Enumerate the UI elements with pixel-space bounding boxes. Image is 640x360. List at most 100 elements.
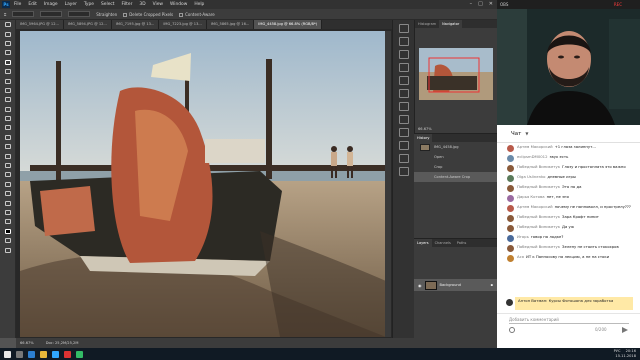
panel-icon[interactable] (398, 154, 409, 163)
chrome-icon[interactable] (76, 350, 83, 358)
type-tool-icon[interactable] (0, 170, 16, 179)
emoji-icon[interactable] (509, 327, 515, 333)
language[interactable]: РУС (614, 349, 621, 353)
avatar[interactable] (507, 184, 514, 192)
blur-tool-icon[interactable] (0, 142, 16, 151)
explorer-icon[interactable] (40, 350, 47, 358)
brush-tool-icon[interactable] (0, 95, 16, 104)
tab-channels[interactable]: Channels (432, 239, 454, 247)
canvas-scrollbar[interactable] (385, 31, 391, 337)
shape-tool-icon[interactable] (0, 189, 16, 198)
panel-icon[interactable] (398, 115, 409, 124)
more-tools-icon[interactable] (0, 217, 16, 226)
move-tool-icon[interactable] (0, 20, 16, 29)
height-field[interactable] (68, 11, 91, 17)
panel-icon[interactable] (398, 37, 409, 46)
edge-icon[interactable] (28, 350, 35, 358)
navigator-thumbnail[interactable] (419, 48, 493, 100)
tab-navigator[interactable]: Navigator (439, 20, 463, 28)
eyedropper-tool-icon[interactable] (0, 76, 16, 85)
eraser-tool-icon[interactable] (0, 123, 16, 132)
frame-tool-icon[interactable] (0, 67, 16, 76)
panel-icon[interactable] (398, 50, 409, 59)
search-icon[interactable] (16, 350, 23, 358)
menu-3d[interactable]: 3D (139, 2, 145, 7)
menu-edit[interactable]: Edit (28, 2, 37, 7)
obs-icon[interactable] (64, 350, 71, 358)
history-item-selected[interactable]: Content-Aware Crop (414, 172, 497, 182)
close-icon[interactable]: ✕ (489, 1, 493, 7)
stamp-tool-icon[interactable] (0, 105, 16, 114)
zoom-level[interactable]: 66.67% (20, 341, 34, 345)
document-photo[interactable] (20, 31, 386, 337)
ratio-select[interactable] (12, 11, 35, 17)
quick-select-tool-icon[interactable] (0, 48, 16, 57)
tab-history[interactable]: History (414, 134, 433, 142)
menu-type[interactable]: Type (84, 2, 94, 7)
panel-icon[interactable] (398, 63, 409, 72)
pinned-message-text[interactable]: Антон Ватман: Курсы Фотошопа для заработ… (515, 297, 633, 310)
avatar[interactable] (507, 144, 514, 152)
chevron-down-icon[interactable]: ▼ (525, 131, 528, 136)
doc-tab-active[interactable]: IMG_4458.jpg @ 66.8% (RGB/8*) (254, 20, 323, 29)
avatar[interactable] (507, 164, 514, 172)
zoom-tool-icon[interactable] (0, 208, 16, 217)
chat-input[interactable]: Добавить комментарий (509, 317, 559, 322)
menu-layer[interactable]: Layer (65, 2, 77, 7)
menu-file[interactable]: File (14, 2, 21, 7)
doc-tab[interactable]: IMG_5964.JPG @ 12... (16, 20, 64, 29)
history-item[interactable]: IMG_4458.jpg (414, 142, 497, 152)
avatar[interactable] (507, 174, 514, 182)
start-icon[interactable] (4, 350, 11, 358)
minimize-icon[interactable]: – (470, 1, 473, 7)
delete-cropped-checkbox[interactable]: Delete Cropped Pixels (123, 12, 173, 17)
history-brush-tool-icon[interactable] (0, 114, 16, 123)
avatar[interactable] (507, 214, 514, 222)
width-field[interactable] (40, 11, 63, 17)
doc-tab[interactable]: IMG_7195.jpg @ 13... (111, 20, 160, 29)
panel-icon[interactable] (398, 167, 409, 176)
menu-image[interactable]: Image (44, 2, 58, 7)
menu-window[interactable]: Window (170, 2, 187, 7)
panel-icon[interactable] (398, 76, 409, 85)
content-aware-checkbox[interactable]: Content-Aware (179, 12, 215, 17)
tab-layers[interactable]: Layers (414, 239, 432, 247)
chat-title[interactable]: Чат (511, 131, 521, 137)
eye-icon[interactable]: ◉ (418, 283, 422, 288)
photoshop-icon[interactable] (52, 350, 59, 358)
tab-paths[interactable]: Paths (454, 239, 470, 247)
navigator-zoom[interactable]: 66.67% (418, 127, 432, 131)
crop-tool-icon[interactable] (0, 58, 16, 67)
marquee-tool-icon[interactable] (0, 29, 16, 38)
panel-icon[interactable] (398, 128, 409, 137)
menu-help[interactable]: Help (194, 2, 204, 7)
gradient-tool-icon[interactable] (0, 133, 16, 142)
crop-tool-icon[interactable]: ⌗ (4, 12, 6, 17)
straighten-button[interactable]: Straighten (96, 12, 117, 17)
lasso-tool-icon[interactable] (0, 39, 16, 48)
dodge-tool-icon[interactable] (0, 151, 16, 160)
send-icon[interactable] (622, 327, 628, 333)
avatar[interactable] (507, 194, 514, 202)
foreground-color-swatch[interactable] (0, 227, 16, 236)
maximize-icon[interactable]: □ (478, 1, 483, 7)
panel-icon[interactable] (398, 141, 409, 150)
menu-view[interactable]: View (153, 2, 163, 7)
hand-tool-icon[interactable] (0, 198, 16, 207)
doc-tab[interactable]: IMG_5894.JPG @ 12... (63, 20, 112, 29)
avatar[interactable] (507, 224, 514, 232)
menu-select[interactable]: Select (101, 2, 115, 7)
screen-mode-icon[interactable] (0, 245, 16, 254)
avatar[interactable] (507, 204, 514, 212)
avatar[interactable] (507, 234, 514, 242)
panel-icon[interactable] (398, 102, 409, 111)
system-tray[interactable]: РУС 20:16 15.11.2018 (614, 349, 636, 359)
quick-mask-icon[interactable] (0, 236, 16, 245)
avatar[interactable] (507, 244, 514, 252)
layer-row[interactable]: ◉ Background ▪ (414, 279, 497, 291)
doc-tab[interactable]: IMG_7223.jpg @ 13... (159, 20, 207, 29)
tab-histogram[interactable]: Histogram (415, 20, 439, 28)
avatar[interactable] (507, 254, 514, 262)
history-item[interactable]: Open (414, 152, 497, 162)
history-item[interactable]: Crop (414, 162, 497, 172)
